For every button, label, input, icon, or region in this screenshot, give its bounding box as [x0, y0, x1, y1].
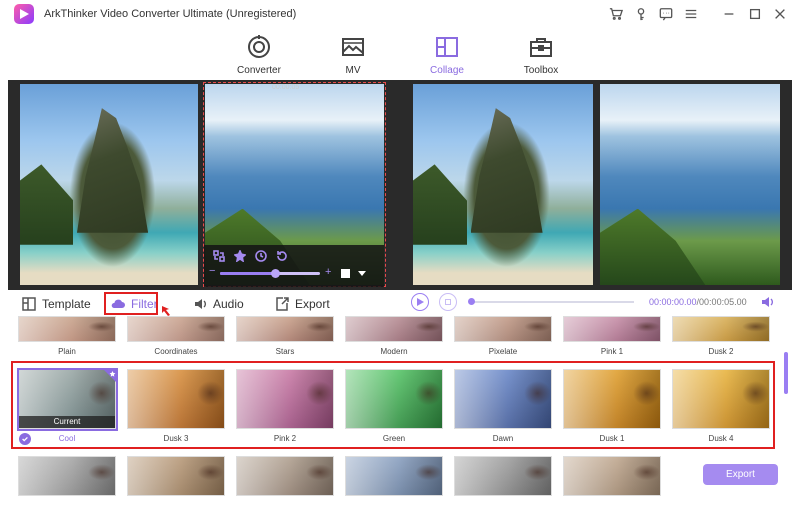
filter-highlight-box: [104, 292, 158, 315]
nav-collage-label: Collage: [430, 65, 464, 76]
menu-icon[interactable]: [682, 5, 700, 23]
filter-thumb-stars[interactable]: [236, 316, 334, 342]
mv-icon: [342, 38, 364, 56]
output-preview-cell-2: [600, 84, 780, 285]
nav-collage[interactable]: Collage: [412, 34, 482, 76]
close-icon[interactable]: [771, 5, 789, 23]
converter-icon: [248, 35, 270, 58]
filter-label-cool: Cool: [58, 434, 76, 443]
filter-label-stars: Stars: [275, 347, 295, 356]
nav-toolbox[interactable]: Toolbox: [506, 34, 576, 76]
audio-icon: [195, 299, 206, 309]
filter-thumb-modern[interactable]: [345, 316, 443, 342]
filter-thumb-dusk-4[interactable]: [672, 369, 770, 429]
filter-grid: Plain Coordinates Stars Modern Pixelate …: [10, 316, 782, 506]
cell-time-label: 00:00:05: [272, 84, 300, 91]
filter-thumb-coordinates[interactable]: [127, 316, 225, 342]
filter-thumb-row3-4[interactable]: [345, 456, 443, 496]
key-icon[interactable]: [632, 5, 650, 23]
tab-template[interactable]: Template: [22, 294, 91, 314]
collage-icon: [436, 37, 458, 57]
filter-label-dusk-3: Dusk 3: [163, 434, 189, 443]
minimize-icon[interactable]: [720, 5, 738, 23]
filter-thumb-row3-6[interactable]: [563, 456, 661, 496]
title-bar: ArkThinker Video Converter Ultimate (Unr…: [0, 0, 800, 28]
volume-icon[interactable]: [760, 295, 774, 309]
current-time: 00:00:00.00: [649, 297, 697, 307]
stop-icon: [445, 299, 451, 305]
app-logo: [14, 4, 34, 24]
tab-template-label: Template: [42, 297, 91, 311]
nav-mv-label: MV: [345, 65, 361, 76]
tab-export-label: Export: [295, 297, 330, 311]
filter-thumb-row3-2[interactable]: [127, 456, 225, 496]
nav-mv[interactable]: MV: [318, 34, 388, 76]
minus-icon[interactable]: −: [209, 265, 215, 277]
filter-thumb-pixelate[interactable]: [454, 316, 552, 342]
filter-label-modern: Modern: [380, 347, 408, 356]
filter-thumb-row3-5[interactable]: [454, 456, 552, 496]
filter-label-pink-1: Pink 1: [600, 347, 624, 356]
filter-label-plain: Plain: [58, 347, 76, 356]
template-icon: [22, 297, 36, 311]
favorite-star-icon[interactable]: [103, 369, 117, 383]
filter-label-dusk-2: Dusk 2: [708, 347, 734, 356]
export-icon: [276, 297, 289, 311]
toolbox-icon: [530, 38, 552, 57]
filter-thumb-pink-1[interactable]: [563, 316, 661, 342]
filter-label-green: Green: [382, 434, 406, 443]
total-time: /00:00:05.00: [696, 297, 747, 307]
filter-thumb-green[interactable]: [345, 369, 443, 429]
reset-icon[interactable]: [275, 249, 289, 263]
filter-label-dusk-1: Dusk 1: [599, 434, 625, 443]
cell-volume-slider[interactable]: [220, 269, 320, 278]
filter-label-coordinates: Coordinates: [154, 347, 198, 356]
feedback-icon[interactable]: [657, 5, 675, 23]
speed-icon[interactable]: [254, 249, 268, 263]
filter-label-pink-2: Pink 2: [273, 434, 297, 443]
filter-thumb-dusk-2[interactable]: [672, 316, 770, 342]
tab-audio-label: Audio: [213, 297, 244, 311]
collage-cell-1[interactable]: [20, 84, 198, 285]
window-title: ArkThinker Video Converter Ultimate (Unr…: [44, 8, 297, 20]
filter-thumb-plain[interactable]: [18, 316, 116, 342]
filter-thumb-dusk-3[interactable]: [127, 369, 225, 429]
playback-timecode: 00:00:00.00/00:00:05.00: [649, 297, 747, 307]
play-button[interactable]: [411, 293, 429, 311]
filter-thumb-pink-2[interactable]: [236, 369, 334, 429]
filter-label-dawn: Dawn: [492, 434, 514, 443]
filter-scrollbar[interactable]: [784, 352, 788, 394]
cell-volume-knob[interactable]: [271, 269, 280, 278]
filter-thumb-row3-3[interactable]: [236, 456, 334, 496]
filter-label-pixelate: Pixelate: [488, 347, 518, 356]
effect-star-icon[interactable]: [233, 249, 247, 263]
plus-icon[interactable]: +: [325, 266, 331, 278]
nav-toolbox-label: Toolbox: [523, 65, 559, 76]
cart-icon[interactable]: [607, 5, 625, 23]
stop-button[interactable]: [439, 293, 457, 311]
tab-audio[interactable]: Audio: [193, 294, 244, 314]
aspect-square-icon[interactable]: [341, 269, 350, 278]
timeline-knob[interactable]: [468, 298, 475, 305]
nav-converter[interactable]: Converter: [224, 34, 294, 76]
filter-thumb-row3-1[interactable]: [18, 456, 116, 496]
playback-timeline[interactable]: [468, 298, 634, 305]
chevron-down-icon[interactable]: [358, 271, 366, 276]
cell-edit-toolbar: + −: [204, 245, 384, 287]
maximize-icon[interactable]: [746, 5, 764, 23]
export-button[interactable]: Export: [703, 464, 778, 485]
play-icon: [417, 298, 424, 306]
output-preview-cell-1: [413, 84, 593, 285]
nav-converter-label: Converter: [237, 65, 281, 76]
filter-thumb-dawn[interactable]: [454, 369, 552, 429]
filter-label-dusk-4: Dusk 4: [708, 434, 734, 443]
filter-thumb-dusk-1[interactable]: [563, 369, 661, 429]
swap-icon[interactable]: [212, 249, 226, 263]
tab-export[interactable]: Export: [275, 294, 330, 314]
